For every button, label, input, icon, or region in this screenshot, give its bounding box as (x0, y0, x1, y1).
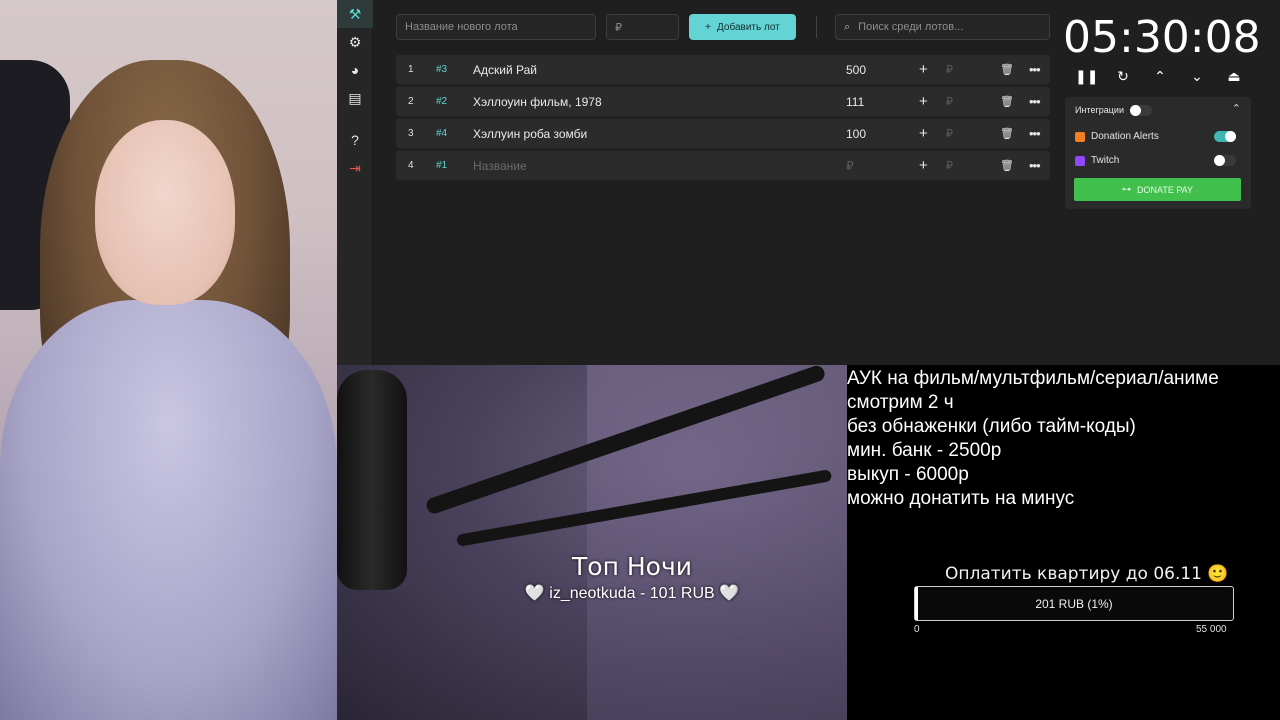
trash-icon[interactable]: 🗑 (1000, 63, 1014, 76)
lot-tag: #2 (436, 96, 448, 107)
integration-label: Twitch (1091, 155, 1120, 166)
lot-amount: 111 (846, 94, 865, 109)
amount-input[interactable]: ₽ (946, 127, 953, 140)
lot-number: 2 (408, 96, 414, 107)
lot-number: 1 (408, 64, 414, 75)
chevron-up-icon[interactable]: ⌃ (1232, 102, 1241, 115)
gear-icon[interactable]: ⚙ (337, 28, 373, 56)
top-donor-title: Топ Ночи (572, 552, 692, 581)
lot-amount: 100 (846, 126, 867, 141)
timer-controls: ❚❚ ↻ ⌃ ⌄ ⏏ (1075, 68, 1245, 85)
new-lot-input[interactable]: Название нового лота (396, 14, 596, 40)
sweater (0, 300, 337, 720)
eject-icon[interactable]: ⏏ (1223, 68, 1245, 85)
more-icon[interactable]: ••• (1029, 126, 1041, 141)
lot-row: 1 #3 Адский Рай 500 + ₽ 🗑 ••• (396, 55, 1050, 84)
lot-title[interactable]: Хэллоуин фильм, 1978 (473, 95, 602, 109)
add-amount-icon[interactable]: + (919, 125, 928, 142)
integration-twitch: Twitch (1075, 155, 1119, 166)
integration-label: Donation Alerts (1091, 131, 1159, 142)
lot-title[interactable]: Хэллуин роба зомби (473, 127, 587, 141)
mic-camera-feed (337, 365, 847, 720)
more-icon[interactable]: ••• (1029, 158, 1041, 173)
donation-alerts-toggle[interactable] (1214, 131, 1236, 142)
search-icon: ⌕ (844, 20, 851, 33)
face (95, 120, 235, 305)
lots-list: 1 #3 Адский Рай 500 + ₽ 🗑 ••• 2 #2 Хэлло… (396, 55, 1050, 183)
toolbar-divider (816, 16, 817, 38)
lot-tag: #4 (436, 128, 448, 139)
integration-donation-alerts: Donation Alerts (1075, 131, 1159, 142)
donate-pay-button[interactable]: ⊶ DONATE PAY (1074, 178, 1241, 201)
lot-row-new: 4 #1 Название ₽ + ₽ 🗑 ••• (396, 151, 1050, 180)
add-amount-icon[interactable]: + (919, 61, 928, 78)
lot-number: 4 (408, 160, 414, 171)
lot-row: 2 #2 Хэллоуин фильм, 1978 111 + ₽ 🗑 ••• (396, 87, 1050, 116)
goal-max: 55 000 (1196, 624, 1227, 635)
trash-icon[interactable]: 🗑 (1000, 127, 1014, 140)
lot-number: 3 (408, 128, 414, 139)
chevron-up-icon[interactable]: ⌃ (1149, 68, 1171, 85)
goal-title: Оплатить квартиру до 06.11 🙂 (945, 564, 1229, 584)
amount-input[interactable]: ₽ (946, 63, 953, 76)
info-line: выкуп - 6000р (847, 464, 969, 485)
top-donor-overlay: Топ Ночи 🤍 iz_neotkuda - 101 RUB 🤍 (337, 552, 927, 603)
goal-progress-bar: 201 RUB (1%) (914, 586, 1234, 621)
toolbar: Название нового лота ₽ + Добавить лот (396, 14, 817, 40)
top-donor-entry: 🤍 iz_neotkuda - 101 RUB 🤍 (524, 585, 740, 602)
add-amount-icon[interactable]: + (919, 157, 928, 174)
info-line: мин. банк - 2500р (847, 440, 1002, 461)
more-icon[interactable]: ••• (1029, 62, 1041, 77)
info-line: смотрим 2 ч (847, 392, 954, 413)
donation-alerts-icon (1075, 131, 1085, 142)
stream-info: АУК на фильм/мультфильм/сериал/аниме смо… (847, 365, 1280, 720)
lot-title-input[interactable]: Название (473, 159, 527, 173)
chevron-down-icon[interactable]: ⌄ (1186, 68, 1208, 85)
lot-amount: 500 (846, 62, 867, 77)
add-lot-button[interactable]: + Добавить лот (689, 14, 796, 40)
clipboard-icon[interactable]: ▤ (337, 84, 373, 112)
goal-progress-label: 201 RUB (1%) (1035, 596, 1113, 611)
amount-input[interactable]: ₽ (946, 159, 953, 172)
goal-min: 0 (914, 624, 920, 635)
integrations-panel: Интеграции ⌃ Donation Alerts Twitch ⊶ DO… (1065, 97, 1251, 209)
plus-icon: + (705, 21, 711, 33)
info-line: можно донатить на минус (847, 488, 1075, 509)
webcam-feed (0, 0, 337, 720)
integrations-toggle[interactable] (1130, 105, 1152, 116)
lot-amount-input[interactable]: ₽ (846, 159, 854, 173)
gavel-icon[interactable]: ⚒ (337, 0, 373, 28)
twitch-icon (1075, 155, 1085, 166)
pie-chart-icon[interactable]: ◕ (337, 56, 373, 84)
lot-row: 3 #4 Хэллуин роба зомби 100 + ₽ 🗑 ••• (396, 119, 1050, 148)
reset-icon[interactable]: ↻ (1112, 68, 1134, 85)
auction-app: ⚒ ⚙ ◕ ▤ ? ⇥ Название нового лота ₽ + Доба… (337, 0, 1280, 365)
pause-icon[interactable]: ❚❚ (1075, 68, 1098, 85)
sidebar: ⚒ ⚙ ◕ ▤ ? ⇥ (337, 0, 373, 365)
price-input[interactable]: ₽ (606, 14, 679, 40)
lot-tag: #1 (436, 160, 448, 171)
logout-icon[interactable]: ⇥ (337, 154, 373, 182)
background-wall (587, 365, 847, 720)
add-amount-icon[interactable]: + (919, 93, 928, 110)
auction-timer: 05:30:08 (1063, 12, 1261, 63)
trash-icon[interactable]: 🗑 (1000, 159, 1014, 172)
trash-icon[interactable]: 🗑 (1000, 95, 1014, 108)
info-line: АУК на фильм/мультфильм/сериал/аниме (847, 368, 1219, 389)
info-line: без обнаженки (либо тайм-коды) (847, 416, 1136, 437)
amount-input[interactable]: ₽ (946, 95, 953, 108)
more-icon[interactable]: ••• (1029, 94, 1041, 109)
help-icon[interactable]: ? (337, 126, 373, 154)
search-input[interactable]: ⌕ Поиск среди лотов... (835, 14, 1050, 40)
link-icon: ⊶ (1121, 184, 1131, 194)
twitch-toggle[interactable] (1214, 155, 1236, 166)
lot-tag: #3 (436, 64, 448, 75)
lot-title[interactable]: Адский Рай (473, 63, 537, 77)
integrations-header: Интеграции (1075, 105, 1124, 115)
